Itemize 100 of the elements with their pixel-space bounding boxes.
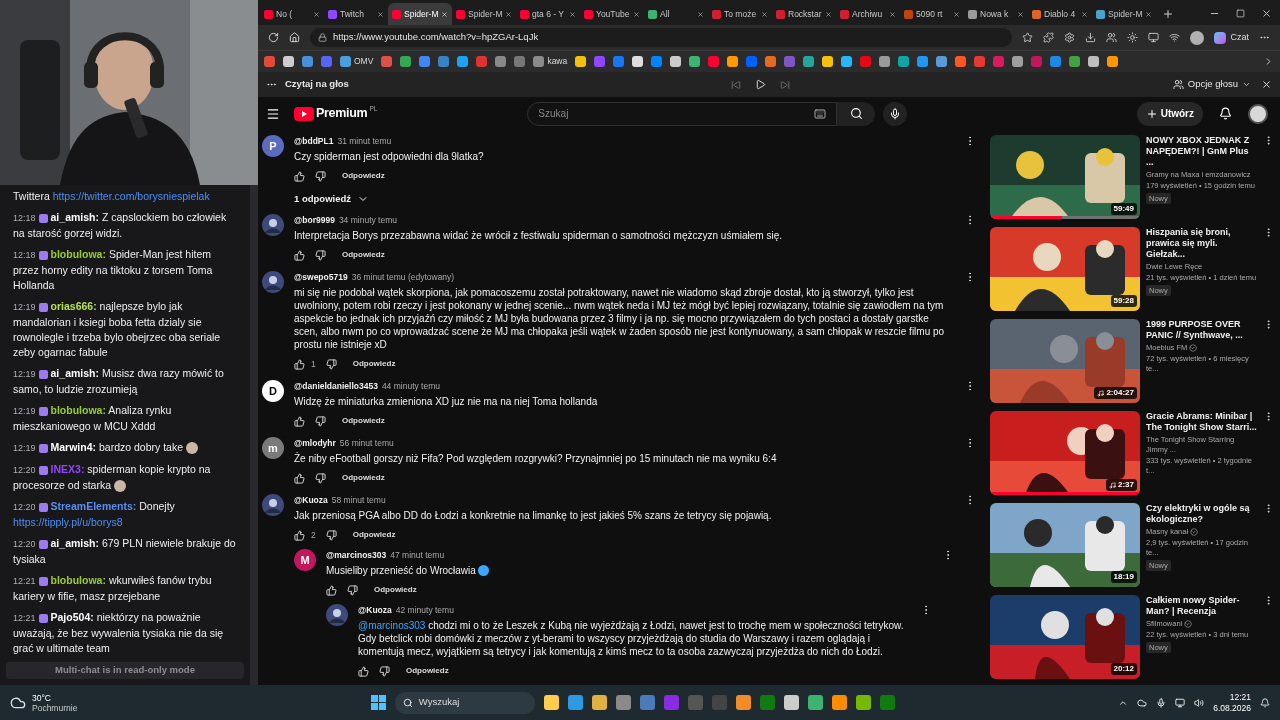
video-title[interactable]: 1999 PURPOSE OVER PANIC // Synthwave, ... xyxy=(1146,319,1257,341)
reply-button[interactable]: Odpowiedz xyxy=(406,665,449,678)
comment-author[interactable]: @bddPL1 xyxy=(294,135,334,148)
menu-icon[interactable] xyxy=(266,106,280,121)
bookmark-icon[interactable] xyxy=(917,56,929,67)
browser-tab[interactable]: Spider-M xyxy=(388,3,452,25)
like-icon[interactable] xyxy=(294,170,305,182)
browser-tab[interactable]: Spider-M xyxy=(452,3,516,25)
reply-button[interactable]: Odpowiedz xyxy=(352,358,396,371)
comment-author[interactable]: @mlodyhr xyxy=(294,437,336,450)
browser-tab[interactable]: 5090 rt xyxy=(900,3,964,25)
next-icon[interactable] xyxy=(780,79,791,90)
video-title[interactable]: Całkiem nowy Spider-Man? | Recenzja xyxy=(1146,595,1257,617)
extension-icon[interactable] xyxy=(1085,32,1097,43)
close-icon[interactable] xyxy=(1261,8,1272,19)
taskbar-app-icon[interactable] xyxy=(567,695,583,710)
extension-icon[interactable] xyxy=(1169,32,1181,43)
replies-toggle[interactable]: 1 odpowiedź xyxy=(294,192,369,207)
close-icon[interactable] xyxy=(505,10,513,18)
comment-author[interactable]: @Kuoza xyxy=(294,494,328,507)
bookmark-icon[interactable] xyxy=(803,56,815,67)
browser-tab[interactable]: Rockstar xyxy=(772,3,836,25)
bookmark-icon[interactable] xyxy=(283,56,294,67)
video-thumbnail[interactable]: 20:12 xyxy=(990,595,1140,679)
reply-button[interactable]: Odpowiedz xyxy=(342,415,385,428)
cloud-icon[interactable] xyxy=(1137,697,1148,708)
bookmark[interactable]: kawa xyxy=(533,55,568,68)
windows-start-icon[interactable] xyxy=(370,695,386,710)
like-icon[interactable] xyxy=(358,665,369,677)
browser-tab[interactable]: Nowa k xyxy=(964,3,1028,25)
browser-tab[interactable]: Spider-M xyxy=(1092,3,1156,25)
avatar[interactable]: D xyxy=(262,380,284,403)
profile-avatar[interactable] xyxy=(1190,30,1205,45)
bookmark-icon[interactable] xyxy=(457,56,469,67)
bookmark-icon[interactable] xyxy=(400,56,412,67)
video-thumbnail[interactable]: 59:49 xyxy=(990,135,1140,219)
avatar-icon[interactable] xyxy=(262,214,284,237)
reply-button[interactable]: Odpowiedz xyxy=(342,249,385,262)
network-icon[interactable] xyxy=(1175,697,1186,708)
bookmark-icon[interactable] xyxy=(841,56,853,67)
avatar-icon[interactable] xyxy=(262,271,284,294)
like-icon[interactable] xyxy=(294,415,305,427)
bookmark-icon[interactable] xyxy=(1107,56,1119,67)
comment-author[interactable]: @swepo5719 xyxy=(294,271,348,284)
create-button[interactable]: Utwórz xyxy=(1136,101,1203,126)
maximize-icon[interactable] xyxy=(1236,9,1245,18)
home-icon[interactable] xyxy=(289,32,300,43)
extension-icon[interactable] xyxy=(1106,32,1118,43)
video-thumbnail[interactable]: 59:28 xyxy=(990,227,1140,311)
video-title[interactable]: Czy elektryki w ogóle są ekologiczne? xyxy=(1146,503,1257,525)
search-bar[interactable]: Szukaj xyxy=(527,101,838,126)
avatar[interactable]: P xyxy=(262,135,284,157)
video-title[interactable]: NOWY XBOX JEDNAK Z NAPĘDEM?! | GnM Plus ... xyxy=(1146,135,1257,168)
extension-icon[interactable] xyxy=(1022,32,1034,43)
bookmark[interactable]: OMV xyxy=(340,55,374,68)
taskbar-app-icon[interactable] xyxy=(807,695,823,710)
comment-author[interactable]: @marcinos303 xyxy=(326,549,387,562)
taskbar-search-field[interactable]: Wyszukaj xyxy=(394,691,535,714)
bookmark-icon[interactable] xyxy=(1012,56,1024,67)
comment-author[interactable]: @Kuoza xyxy=(358,604,392,617)
taskbar-app-icon[interactable] xyxy=(615,695,631,710)
browser-tab[interactable]: To może xyxy=(708,3,772,25)
chat-link[interactable]: https://tipply.pl/u/borys8 xyxy=(13,516,123,528)
play-icon[interactable] xyxy=(755,79,767,90)
browser-tab[interactable]: All xyxy=(644,3,708,25)
bookmark-icon[interactable] xyxy=(1088,56,1100,67)
bookmark-icon[interactable] xyxy=(936,56,948,67)
like-icon[interactable] xyxy=(294,529,305,541)
search-field[interactable]: Szukaj xyxy=(538,106,815,121)
dislike-icon[interactable] xyxy=(315,170,326,182)
chat-link[interactable]: https://twitter.com/borysniespielak xyxy=(52,190,210,202)
video-title[interactable]: Gracie Abrams: Minibar | The Tonight Show Starri... xyxy=(1146,411,1257,433)
browser-tab[interactable]: Archiwu xyxy=(836,3,900,25)
bookmark-icon[interactable] xyxy=(689,56,701,67)
bookmark-icon[interactable] xyxy=(955,56,967,67)
bookmark-icon[interactable] xyxy=(632,56,644,67)
like-icon[interactable] xyxy=(294,358,305,370)
browser-tab[interactable]: Diablo 4 xyxy=(1028,3,1092,25)
comment-author[interactable]: @danieldaniello3453 xyxy=(294,380,378,393)
dislike-icon[interactable] xyxy=(315,472,326,484)
dislike-icon[interactable] xyxy=(315,415,326,427)
taskbar-app-icon[interactable] xyxy=(855,695,871,710)
taskbar-app-icon[interactable] xyxy=(543,695,559,710)
taskbar-app-icon[interactable] xyxy=(831,695,847,710)
reply-button[interactable]: Odpowiedz xyxy=(342,472,385,485)
comment-author[interactable]: @bor9999 xyxy=(294,214,335,227)
extension-icon[interactable] xyxy=(1043,32,1055,43)
bookmark-icon[interactable] xyxy=(898,56,910,67)
keyboard-icon[interactable] xyxy=(814,107,827,120)
avatar-icon[interactable] xyxy=(326,604,348,627)
browser-tab[interactable]: gta 6 - Y xyxy=(516,3,580,25)
video-title[interactable]: Hiszpania się broni, prawica się myli. Giełzak... xyxy=(1146,227,1257,260)
bookmark-icon[interactable] xyxy=(575,56,587,67)
bookmark-icon[interactable] xyxy=(879,56,891,67)
reply-button[interactable]: Odpowiedz xyxy=(374,584,417,597)
taskbar-app-icon[interactable] xyxy=(591,695,607,710)
reply-button[interactable]: Odpowiedz xyxy=(342,170,385,182)
taskbar-app-icon[interactable] xyxy=(783,695,799,710)
new-tab-icon[interactable] xyxy=(1162,8,1174,20)
extension-icon[interactable] xyxy=(1127,32,1139,43)
